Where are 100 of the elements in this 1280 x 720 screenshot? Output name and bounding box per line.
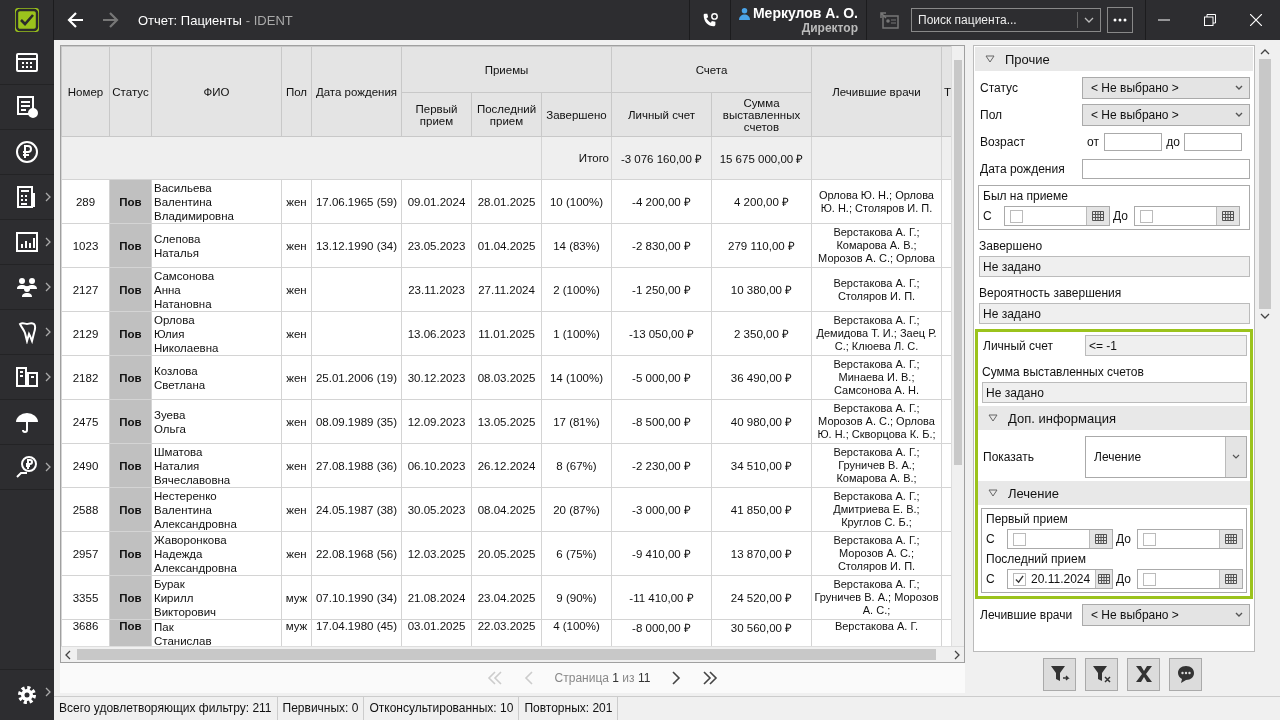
excel-button[interactable] — [1127, 657, 1160, 691]
table-cell: 1023 — [61, 223, 110, 268]
range-field[interactable]: Не задано — [979, 303, 1250, 324]
checkbox[interactable] — [1140, 209, 1153, 223]
caret-icon — [1235, 611, 1243, 618]
chat-button[interactable] — [1169, 657, 1202, 691]
doctors-dropdown[interactable]: < Не выбрано > — [1082, 603, 1250, 626]
checkbox[interactable] — [1010, 209, 1023, 223]
range-field[interactable]: <= -1 — [1085, 335, 1247, 356]
column-header[interactable]: Т — [941, 46, 952, 137]
column-header[interactable]: Лечившие врачи — [811, 46, 942, 137]
document-icon[interactable] — [15, 95, 39, 119]
table-cell: 4 200,00 ₽ — [711, 179, 812, 224]
section-header[interactable]: Лечение — [978, 481, 1250, 505]
table-cell: 9 (90%) — [541, 575, 612, 620]
checkbox[interactable] — [1013, 572, 1026, 586]
field-label: Показать — [983, 450, 1035, 464]
horizontal-scrollbar[interactable] — [61, 646, 964, 662]
more-button[interactable] — [1107, 7, 1133, 33]
table-cell: муж — [281, 575, 312, 620]
table-cell: жен — [281, 531, 312, 576]
table-cell: -3 076 160,00 ₽ — [611, 136, 712, 180]
status-cell: Пов — [109, 355, 152, 400]
section-header[interactable]: Доп. информация — [978, 406, 1250, 430]
calendar-icon — [1095, 534, 1107, 544]
column-header[interactable]: Первый прием — [401, 92, 472, 137]
filter-add-button[interactable] — [1043, 657, 1076, 691]
column-header[interactable]: Сумма выставленных счетов — [711, 92, 812, 137]
table-cell: Верстакова А. Г.; Морозов А. С.; Орлова Ю. Н.; Скворцова К. Б.; — [811, 399, 942, 444]
table-cell: 08.04.2025 — [471, 487, 542, 532]
date-field[interactable]: 20.11.2024 — [1007, 569, 1113, 589]
table-cell: 28.01.2025 — [471, 179, 542, 224]
table-cell: 11.01.2025 — [471, 311, 542, 356]
checkbox[interactable] — [1143, 572, 1156, 586]
table-cell: 23.11.2023 — [401, 267, 472, 312]
checkbox[interactable] — [1013, 532, 1026, 546]
calendar-icon — [1222, 211, 1234, 221]
devices-icon[interactable] — [15, 365, 39, 389]
calendar-icon[interactable] — [15, 50, 39, 74]
gender-dropdown[interactable]: < Не выбрано > — [1082, 103, 1250, 126]
umbrella-icon[interactable] — [15, 410, 39, 434]
table-cell: 3355 — [61, 575, 110, 620]
field-label: Лечившие врачи — [980, 607, 1074, 622]
section-header[interactable]: Прочие — [975, 47, 1253, 71]
last-page-icon[interactable] — [702, 671, 719, 685]
calendar-icon — [1225, 534, 1237, 544]
check-icon — [14, 8, 39, 32]
date-field[interactable] — [1134, 206, 1240, 226]
column-header[interactable]: Статус — [109, 46, 152, 137]
date-field[interactable] — [1137, 529, 1243, 549]
close-icon[interactable] — [1250, 14, 1262, 26]
table-cell: -3 000,00 ₽ — [611, 487, 712, 532]
column-header[interactable]: Завершено — [541, 92, 612, 137]
table-cell: Нестеренко Валентина Александровна — [154, 488, 237, 531]
scroll-down-icon[interactable] — [1260, 313, 1270, 319]
scroll-right-icon[interactable] — [954, 649, 960, 660]
settings-icon[interactable] — [15, 683, 39, 707]
column-header[interactable]: ФИО — [151, 46, 282, 137]
age-to-field[interactable] — [1184, 132, 1242, 151]
column-header[interactable]: Последний прием — [471, 92, 542, 137]
scroll-left-icon[interactable] — [65, 649, 71, 660]
user-role: Директор — [801, 21, 858, 35]
filter-clear-button[interactable] — [1085, 657, 1118, 691]
column-header[interactable]: Пол — [281, 46, 312, 137]
table-cell: -8 500,00 ₽ — [611, 399, 712, 444]
age-from-field[interactable] — [1104, 132, 1162, 151]
vertical-scrollbar[interactable] — [951, 46, 964, 646]
date-field[interactable] — [1137, 569, 1243, 589]
status-cell: Пов — [109, 179, 152, 224]
chart-icon[interactable] — [15, 230, 39, 254]
date-field[interactable] — [1004, 206, 1110, 226]
caret-icon[interactable] — [1084, 17, 1094, 23]
range-field[interactable]: Не задано — [982, 382, 1247, 403]
show-dropdown[interactable]: Лечение — [1085, 436, 1247, 478]
people-icon[interactable] — [15, 275, 39, 299]
restore-icon[interactable] — [1204, 14, 1216, 26]
table-cell: Пак Станислав — [154, 620, 212, 646]
status-dropdown[interactable]: < Не выбрано > — [1082, 76, 1250, 99]
table-cell: -11 410,00 ₽ — [611, 575, 712, 620]
checkbox[interactable] — [1143, 532, 1156, 546]
birth-date-field[interactable] — [1082, 158, 1250, 179]
table-cell: 12.09.2023 — [401, 399, 472, 444]
column-header[interactable]: Дата рождения — [311, 46, 402, 137]
caret-icon — [1235, 111, 1243, 118]
status-cell: Пов — [109, 267, 152, 312]
search-field[interactable]: Поиск пациента... — [911, 8, 1101, 32]
field-label: Завершено — [979, 239, 1044, 253]
column-header[interactable]: Личный счет — [611, 92, 712, 137]
ruble-hand-icon[interactable] — [15, 455, 39, 479]
column-header[interactable]: Номер — [61, 46, 110, 137]
date-field[interactable] — [1007, 529, 1113, 549]
ruble-icon[interactable] — [15, 140, 39, 164]
table-cell: 2957 — [61, 531, 110, 576]
back-icon[interactable] — [66, 10, 86, 30]
table-cell: Зуева Ольга — [154, 407, 186, 436]
table-cell: 14 (83%) — [541, 223, 612, 268]
scroll-up-icon[interactable] — [1260, 49, 1270, 55]
range-field[interactable]: Не задано — [979, 256, 1250, 277]
table-cell: жен — [281, 399, 312, 444]
user-name[interactable]: Меркулов А. О. — [752, 5, 858, 21]
